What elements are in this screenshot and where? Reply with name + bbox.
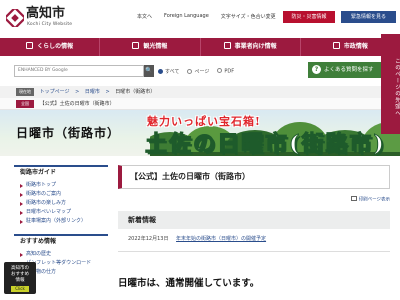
site-logo-subtitle: Kochi City Website — [27, 22, 73, 27]
gnav-item-label: 観光情報 — [143, 43, 168, 50]
site-logo-text[interactable]: 高知市 — [26, 7, 65, 21]
sidebar-item[interactable]: 街路市の楽しみ方 — [20, 199, 108, 208]
emergency-info-button[interactable]: 緊急情報を見る — [341, 11, 396, 23]
badge-line: 情報 — [15, 278, 25, 283]
breadcrumb-item-top[interactable]: トップページ — [40, 89, 70, 95]
breadcrumb-item-current: 日曜市（街路市） — [115, 89, 156, 95]
sidebar-section-title: おすすめ情報 — [14, 234, 108, 248]
scope-label: すべて — [165, 69, 180, 75]
notice-heading: 日曜市は、通常開催しています。 — [118, 278, 260, 289]
gnav-item-label: くらしの情報 — [37, 43, 74, 50]
news-heading: 新着情報 — [118, 211, 390, 229]
scope-label: ページ — [194, 69, 210, 75]
skip-to-content-link[interactable]: 本文へ — [137, 13, 152, 20]
disaster-info-button[interactable]: 防災・災害情報 — [283, 11, 335, 23]
printer-icon — [350, 196, 357, 201]
utility-nav: 本文へ Foreign Language 文字サイズ・色合い変更 — [137, 13, 276, 20]
breadcrumb-label: 現在地 — [16, 87, 34, 96]
foreign-language-link[interactable]: Foreign Language — [164, 13, 209, 20]
living-icon — [26, 42, 34, 49]
page-title: 【公式】土佐の日曜市（街路市） — [118, 165, 390, 189]
page-top-tab[interactable]: このページの先頭へ — [381, 34, 400, 134]
sidebar-item[interactable]: 日曜市ぺいレマップ — [20, 208, 108, 217]
faq-button-label: よくある質問を探す — [324, 67, 374, 73]
breadcrumb: 現在地 トップページ > 日曜市 > 日曜市（街路市） — [0, 86, 400, 98]
news-date: 2022年12月13日 — [128, 236, 169, 242]
global-nav: くらしの情報 観光情報 事業者向け情報 市政情報 — [0, 38, 400, 56]
news-item: 2022年12月13日 年末年始の街路市（日曜市）の開催予定 — [128, 235, 266, 243]
text-size-link[interactable]: 文字サイズ・色合い変更 — [221, 13, 276, 20]
print-link[interactable]: 印刷ページ表示 — [350, 196, 390, 203]
gnav-item-living[interactable]: くらしの情報 — [0, 38, 99, 56]
gnav-item-tourism[interactable]: 観光情報 — [99, 38, 199, 56]
current-page-label: 全国 — [16, 100, 34, 108]
recommend-badge[interactable]: 高知市の おすすめ 情報 Click — [4, 262, 36, 294]
current-page-text: 【公式】土佐の日曜市（街路市） — [39, 101, 115, 107]
current-page-line: 全国 【公式】土佐の日曜市（街路市） — [0, 98, 400, 110]
breadcrumb-separator: > — [75, 89, 80, 95]
scope-page-radio[interactable]: ページ — [187, 68, 209, 75]
search-input[interactable]: ENHANCED BY Google — [14, 65, 144, 77]
news-link[interactable]: 年末年始の街路市（日曜市）の開催予定 — [176, 236, 266, 242]
sidebar-item[interactable]: 街路市のご案内 — [20, 190, 108, 199]
scope-all-radio[interactable]: すべて — [158, 68, 179, 75]
divider — [118, 251, 390, 252]
sidebar-list: 街路市トップ 街路市のご案内 街路市の楽しみ方 日曜市ぺいレマップ 駐車場案内（… — [14, 181, 108, 226]
city-emblem-icon[interactable] — [6, 9, 24, 27]
search-scope-options: すべて ページ PDF — [158, 68, 234, 75]
scope-pdf-radio[interactable]: PDF — [217, 68, 234, 75]
business-icon — [223, 42, 231, 49]
question-icon: ? — [312, 65, 321, 74]
site-header: 高知市 Kochi City Website 本文へ Foreign Langu… — [0, 0, 400, 38]
faq-button[interactable]: ? よくある質問を探す — [308, 62, 390, 78]
main-content: 【公式】土佐の日曜市（街路市） 印刷ページ表示 新着情報 2022年12月13日… — [118, 161, 390, 300]
hero-banner: 日曜市（街路市） 魅力いっぱい宝石箱! 土佐の日曜市(街路市) — [0, 110, 400, 156]
sidebar-item[interactable]: 駐車場案内（外部リンク） — [20, 217, 108, 226]
scope-label: PDF — [224, 68, 235, 75]
search-bar: ENHANCED BY Google 🔍 すべて ページ PDF ? よくある質… — [0, 56, 400, 86]
radio-icon — [217, 68, 223, 73]
sidebar-item[interactable]: 高知の歴史 — [20, 250, 108, 259]
breadcrumb-item-sunday-market[interactable]: 日曜市 — [85, 89, 100, 95]
badge-click: Click — [11, 286, 29, 292]
breadcrumb-separator: > — [105, 89, 110, 95]
sidebar-item[interactable]: 街路市トップ — [20, 181, 108, 190]
tourism-icon — [132, 42, 140, 49]
gnav-item-label: 市政情報 — [343, 43, 368, 50]
page-heading: 日曜市（街路市） — [16, 126, 121, 140]
print-link-label: 印刷ページ表示 — [358, 197, 390, 203]
search-button[interactable]: 🔍 — [144, 65, 154, 77]
gnav-item-label: 事業者向け情報 — [234, 43, 277, 50]
radio-selected-icon — [158, 68, 163, 74]
banner-title: 土佐の日曜市(街路市) — [145, 131, 386, 157]
radio-icon — [187, 68, 193, 74]
sidebar-section-title: 街路市ガイド — [14, 165, 108, 179]
government-icon — [332, 42, 340, 49]
gnav-item-business[interactable]: 事業者向け情報 — [199, 38, 300, 56]
